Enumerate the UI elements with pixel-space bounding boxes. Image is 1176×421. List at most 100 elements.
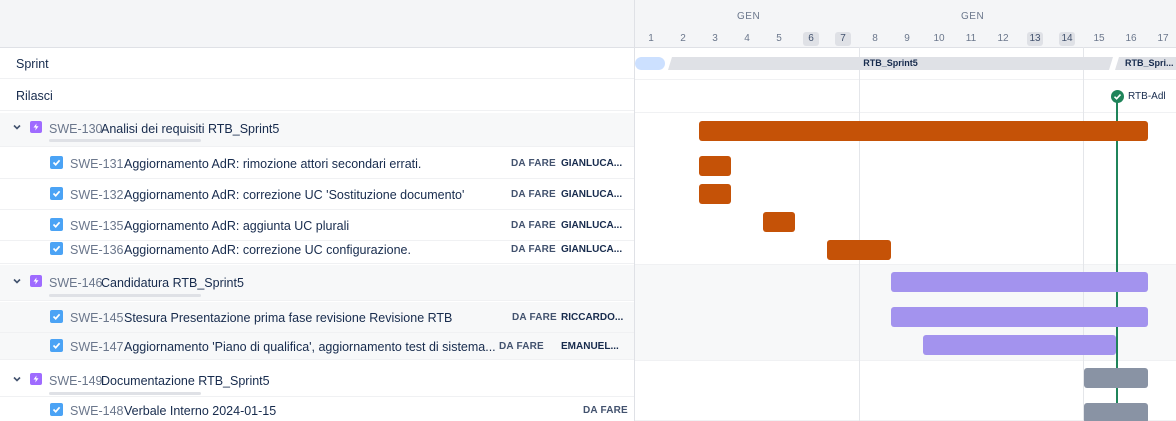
epic-summary[interactable]: Documentazione RTB_Sprint5: [101, 374, 270, 388]
sprint-bar-current[interactable]: [635, 57, 665, 70]
day-label: 13: [1027, 32, 1043, 46]
day-label: 17: [1157, 33, 1169, 44]
day-label: 11: [965, 33, 977, 44]
chevron-down-icon[interactable]: [12, 276, 22, 286]
task-row[interactable]: SWE-148 Verbale Interno 2024-01-15 DA FA…: [0, 398, 634, 421]
timeline-panel[interactable]: GEN GEN 1 2 3 4 5 6 7 8 9 10 11 12 13 14 15 16 17 RTB_Sp…: [635, 0, 1176, 421]
epic-progress-bar: [49, 392, 201, 395]
task-bar[interactable]: [699, 184, 731, 204]
task-checkbox-icon: [50, 339, 63, 352]
epic-row[interactable]: SWE-149 Documentazione RTB_Sprint5: [0, 361, 634, 397]
task-summary[interactable]: Aggiornamento AdR: correzione UC configu…: [124, 243, 411, 257]
day-label: 5: [776, 33, 782, 44]
status-badge[interactable]: DA FARE: [583, 405, 628, 416]
list-header: [0, 0, 634, 48]
task-checkbox-icon: [50, 403, 63, 416]
assignee-name[interactable]: GIANLUCA...: [561, 220, 622, 231]
sprint-row-label: Sprint: [16, 57, 49, 71]
task-bar[interactable]: [891, 307, 1148, 327]
status-badge[interactable]: DA FARE: [511, 189, 556, 200]
task-bar[interactable]: [763, 212, 795, 232]
task-row[interactable]: SWE-145 Stesura Presentazione prima fase…: [0, 302, 634, 333]
epic-row[interactable]: SWE-146 Candidatura RTB_Sprint5: [0, 265, 634, 301]
day-label: 9: [904, 33, 910, 44]
task-row[interactable]: SWE-131 Aggiornamento AdR: rimozione att…: [0, 148, 634, 179]
chevron-down-icon[interactable]: [12, 122, 22, 132]
day-label: 10: [933, 33, 945, 44]
assignee-name[interactable]: RICCARDO...: [561, 312, 623, 323]
epic-key[interactable]: SWE-149: [49, 374, 103, 388]
task-bar[interactable]: [1084, 403, 1148, 421]
task-bar[interactable]: [827, 240, 891, 260]
month-label: GEN: [961, 11, 985, 22]
month-label: GEN: [737, 11, 761, 22]
task-key[interactable]: SWE-145: [70, 311, 124, 325]
week-divider: [1083, 47, 1084, 421]
task-checkbox-icon: [50, 242, 63, 255]
task-key[interactable]: SWE-135: [70, 219, 124, 233]
day-label: 2: [680, 33, 686, 44]
status-badge[interactable]: DA FARE: [511, 244, 556, 255]
epic-bar[interactable]: [891, 272, 1148, 292]
epic-key[interactable]: SWE-130: [49, 122, 103, 136]
assignee-name[interactable]: EMANUEL...: [561, 341, 619, 352]
task-summary[interactable]: Verbale Interno 2024-01-15: [124, 404, 276, 418]
releases-row[interactable]: Rilasci: [0, 80, 634, 111]
timeline-header: GEN GEN 1 2 3 4 5 6 7 8 9 10 11 12 13 14 15 16 17: [635, 0, 1176, 48]
chevron-down-icon[interactable]: [12, 374, 22, 384]
task-summary[interactable]: Aggiornamento AdR: correzione UC 'Sostit…: [124, 188, 464, 202]
day-label: 15: [1093, 33, 1105, 44]
release-name[interactable]: RTB-Adl: [1128, 91, 1166, 102]
status-badge[interactable]: DA FARE: [499, 341, 544, 352]
task-checkbox-icon: [50, 156, 63, 169]
status-badge[interactable]: DA FARE: [511, 220, 556, 231]
task-summary[interactable]: Aggiornamento 'Piano di qualifica', aggi…: [124, 340, 496, 354]
epic-key[interactable]: SWE-146: [49, 276, 103, 290]
day-label: 14: [1059, 32, 1075, 46]
status-badge[interactable]: DA FARE: [512, 312, 557, 323]
day-label: 1: [648, 33, 654, 44]
release-check-icon[interactable]: [1111, 90, 1124, 103]
sprint-bar[interactable]: RTB_Spri...: [1115, 57, 1176, 70]
assignee-name[interactable]: GIANLUCA...: [561, 158, 622, 169]
epic-progress-bar: [49, 139, 201, 142]
task-key[interactable]: SWE-132: [70, 188, 124, 202]
epic-icon: [30, 275, 42, 287]
day-label: 7: [835, 32, 851, 46]
day-label: 12: [997, 33, 1009, 44]
task-key[interactable]: SWE-136: [70, 243, 124, 257]
week-divider: [859, 47, 860, 421]
task-checkbox-icon: [50, 218, 63, 231]
task-summary[interactable]: Aggiornamento AdR: rimozione attori seco…: [124, 157, 421, 171]
releases-row-label: Rilasci: [16, 89, 53, 103]
epic-row[interactable]: SWE-130 Analisi dei requisiti RTB_Sprint…: [0, 113, 634, 147]
epic-progress-bar: [49, 294, 201, 297]
task-key[interactable]: SWE-147: [70, 340, 124, 354]
assignee-name[interactable]: GIANLUCA...: [561, 189, 622, 200]
epic-icon: [30, 373, 42, 385]
task-key[interactable]: SWE-131: [70, 157, 124, 171]
epic-summary[interactable]: Candidatura RTB_Sprint5: [101, 276, 244, 290]
sprint-name: RTB_Spri...: [1125, 58, 1174, 68]
day-label: 3: [712, 33, 718, 44]
task-row[interactable]: SWE-147 Aggiornamento 'Piano di qualific…: [0, 333, 634, 360]
task-checkbox-icon: [50, 187, 63, 200]
epic-bar[interactable]: [1084, 368, 1148, 388]
epic-summary[interactable]: Analisi dei requisiti RTB_Sprint5: [101, 122, 279, 136]
task-summary[interactable]: Stesura Presentazione prima fase revisio…: [124, 311, 452, 325]
status-badge[interactable]: DA FARE: [511, 158, 556, 169]
day-label: 16: [1125, 33, 1137, 44]
epic-bar[interactable]: [699, 121, 1148, 141]
task-bar[interactable]: [699, 156, 731, 176]
sprint-bar[interactable]: RTB_Sprint5: [668, 57, 1113, 70]
task-bar[interactable]: [923, 335, 1116, 355]
task-row[interactable]: SWE-136 Aggiornamento AdR: correzione UC…: [0, 233, 634, 264]
task-checkbox-icon: [50, 310, 63, 323]
task-key[interactable]: SWE-148: [70, 404, 124, 418]
task-row[interactable]: SWE-132 Aggiornamento AdR: correzione UC…: [0, 179, 634, 210]
epic-icon: [30, 121, 42, 133]
task-summary[interactable]: Aggiornamento AdR: aggiunta UC plurali: [124, 219, 349, 233]
sprint-row[interactable]: Sprint: [0, 48, 634, 79]
assignee-name[interactable]: GIANLUCA...: [561, 244, 622, 255]
day-label: 4: [744, 33, 750, 44]
